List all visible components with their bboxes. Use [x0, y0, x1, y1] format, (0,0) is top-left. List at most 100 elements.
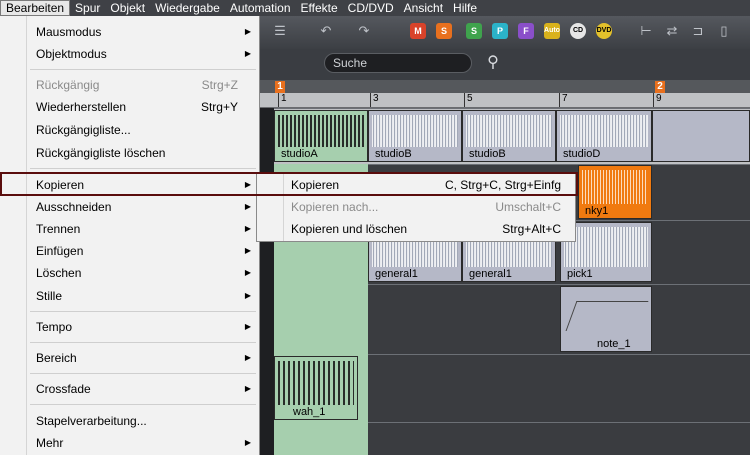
clip-label: studioD [563, 148, 601, 160]
menu-item-label: Trennen [36, 222, 81, 236]
menu-item-label: Rückgängig [36, 78, 100, 92]
menu-item-tempo[interactable]: Tempo ▶ [0, 316, 260, 338]
menu-item-rueckgaengig[interactable]: Rückgängig Strg+Z [0, 74, 260, 96]
timeline-ruler[interactable]: 1 3 5 7 9 [260, 93, 750, 108]
menu-item-label: Rückgängigliste... [36, 123, 131, 137]
clip[interactable]: nky1 [578, 165, 652, 219]
menu-spur[interactable]: Spur [70, 0, 105, 16]
menu-item-label: Tempo [36, 320, 73, 334]
menu-item-stille[interactable]: Stille ▶ [0, 285, 260, 307]
search-input[interactable]: Suche [324, 53, 472, 73]
track-strip [260, 108, 274, 455]
submenu-arrow-icon: ▶ [244, 322, 251, 331]
menu-item-trennen[interactable]: Trennen ▶ [0, 218, 260, 240]
snap-icon[interactable]: ⊐ [690, 24, 706, 38]
menu-separator [30, 311, 256, 312]
marker-icon[interactable]: ▯ [716, 24, 732, 38]
clip[interactable]: note_1 [560, 286, 652, 352]
edit-menu: Mausmodus ▶ Objektmodus ▶ Rückgängig Strg+Z… [0, 16, 260, 455]
menu-item-objektmodus[interactable]: Objektmodus ▶ [0, 43, 260, 65]
menu-item-label: Stapelverarbeitung... [36, 414, 147, 428]
mute-button[interactable]: M [410, 23, 426, 39]
clip[interactable]: studioB [368, 110, 462, 162]
menu-hilfe[interactable]: Hilfe [448, 0, 482, 16]
clip-empty-area[interactable] [652, 110, 750, 162]
menu-objekt[interactable]: Objekt [105, 0, 150, 16]
clip-label: studioB [375, 148, 412, 160]
ruler-tick: 3 [370, 93, 379, 107]
marker-bar[interactable]: 1 2 [260, 80, 750, 93]
redo-icon[interactable]: ↷ [356, 24, 372, 38]
dvd-button[interactable]: DVD [596, 23, 612, 39]
selection-highlight [0, 172, 578, 196]
clip-label: pick1 [567, 268, 593, 280]
menu-item-label: Bereich [36, 351, 77, 365]
menu-item-loeschen[interactable]: Löschen ▶ [0, 262, 260, 284]
clip-envelope [565, 301, 649, 331]
menu-item-label: Mausmodus [36, 25, 102, 39]
menu-automation[interactable]: Automation [225, 0, 296, 16]
menu-item-einfuegen[interactable]: Einfügen ▶ [0, 240, 260, 262]
menu-cd-dvd[interactable]: CD/DVD [343, 0, 399, 16]
menu-item-label: Löschen [36, 266, 82, 280]
submenu-arrow-icon: ▶ [244, 291, 251, 300]
align-icon[interactable]: ☰ [272, 24, 288, 38]
menubar: Bearbeiten Spur Objekt Wiedergabe Automa… [0, 0, 750, 16]
submenu-arrow-icon: ▶ [244, 246, 251, 255]
menu-effekte[interactable]: Effekte [296, 0, 343, 16]
ruler-tick: 5 [464, 93, 473, 107]
p-button[interactable]: P [492, 23, 508, 39]
clip-waveform [466, 115, 552, 147]
menu-item-label: Wiederherstellen [36, 100, 127, 114]
auto-button[interactable]: Auto [544, 23, 560, 39]
clip-label: nky1 [585, 205, 609, 217]
menu-item-wiederherstellen[interactable]: Wiederherstellen Strg+Y [0, 96, 260, 118]
marker-1[interactable]: 1 [275, 81, 285, 93]
menu-separator [30, 168, 256, 169]
menu-bearbeiten[interactable]: Bearbeiten [0, 0, 71, 16]
menu-item-crossfade[interactable]: Crossfade ▶ [0, 378, 260, 400]
clip[interactable]: studioB [462, 110, 556, 162]
clip[interactable]: wah_1 [274, 356, 358, 420]
menu-ansicht[interactable]: Ansicht [399, 0, 448, 16]
menu-item-label: Ausschneiden [36, 200, 112, 214]
ruler-tick: 7 [559, 93, 568, 107]
undo-icon[interactable]: ↶ [318, 24, 334, 38]
submenu-item-kopieren-nach[interactable]: Kopieren nach... Umschalt+C [257, 196, 577, 218]
cd-button[interactable]: CD [570, 23, 586, 39]
menu-item-rueckgaengigliste-loeschen[interactable]: Rückgängigliste löschen [0, 142, 260, 164]
menu-item-label: Stille [36, 289, 63, 303]
menu-item-stapelverarbeitung[interactable]: Stapelverarbeitung... [0, 410, 260, 432]
menu-item-mausmodus[interactable]: Mausmodus ▶ [0, 21, 260, 43]
submenu-arrow-icon: ▶ [244, 438, 251, 447]
submenu-item-kopieren-und-loeschen[interactable]: Kopieren und löschen Strg+Alt+C [257, 218, 577, 240]
marker-2[interactable]: 2 [655, 81, 665, 93]
menu-item-mehr[interactable]: Mehr ▶ [0, 432, 260, 454]
clip-waveform [560, 115, 648, 147]
search-icon[interactable]: ⚲ [482, 52, 504, 74]
arranger[interactable]: studioA studioB studioB studioD nky1 gen… [260, 108, 750, 455]
menu-separator [30, 373, 256, 374]
solo-button[interactable]: S [436, 23, 452, 39]
crossfade-icon[interactable]: ⇄ [664, 24, 680, 38]
f-button[interactable]: F [518, 23, 534, 39]
clip-label: wah_1 [293, 406, 326, 418]
clip[interactable]: studioA [274, 110, 368, 162]
clip-label: general1 [375, 268, 418, 280]
menu-item-bereich[interactable]: Bereich ▶ [0, 347, 260, 369]
split-icon[interactable]: ⊢ [638, 24, 654, 38]
menu-item-rueckgaengigliste[interactable]: Rückgängigliste... [0, 119, 260, 141]
clip[interactable]: studioD [556, 110, 652, 162]
menu-item-label: Einfügen [36, 244, 84, 258]
ruler-tick: 1 [278, 93, 287, 107]
s-green-button[interactable]: S [466, 23, 482, 39]
menu-wiedergabe[interactable]: Wiedergabe [150, 0, 225, 16]
menu-item-label: Crossfade [36, 382, 91, 396]
menu-item-ausschneiden[interactable]: Ausschneiden ▶ [0, 196, 260, 218]
clip-waveform [582, 170, 648, 204]
submenu-arrow-icon: ▶ [244, 353, 251, 362]
submenu-arrow-icon: ▶ [244, 384, 251, 393]
submenu-arrow-icon: ▶ [244, 202, 251, 211]
submenu-item-label: Kopieren und löschen [291, 222, 408, 236]
clip-label: studioA [281, 148, 318, 160]
